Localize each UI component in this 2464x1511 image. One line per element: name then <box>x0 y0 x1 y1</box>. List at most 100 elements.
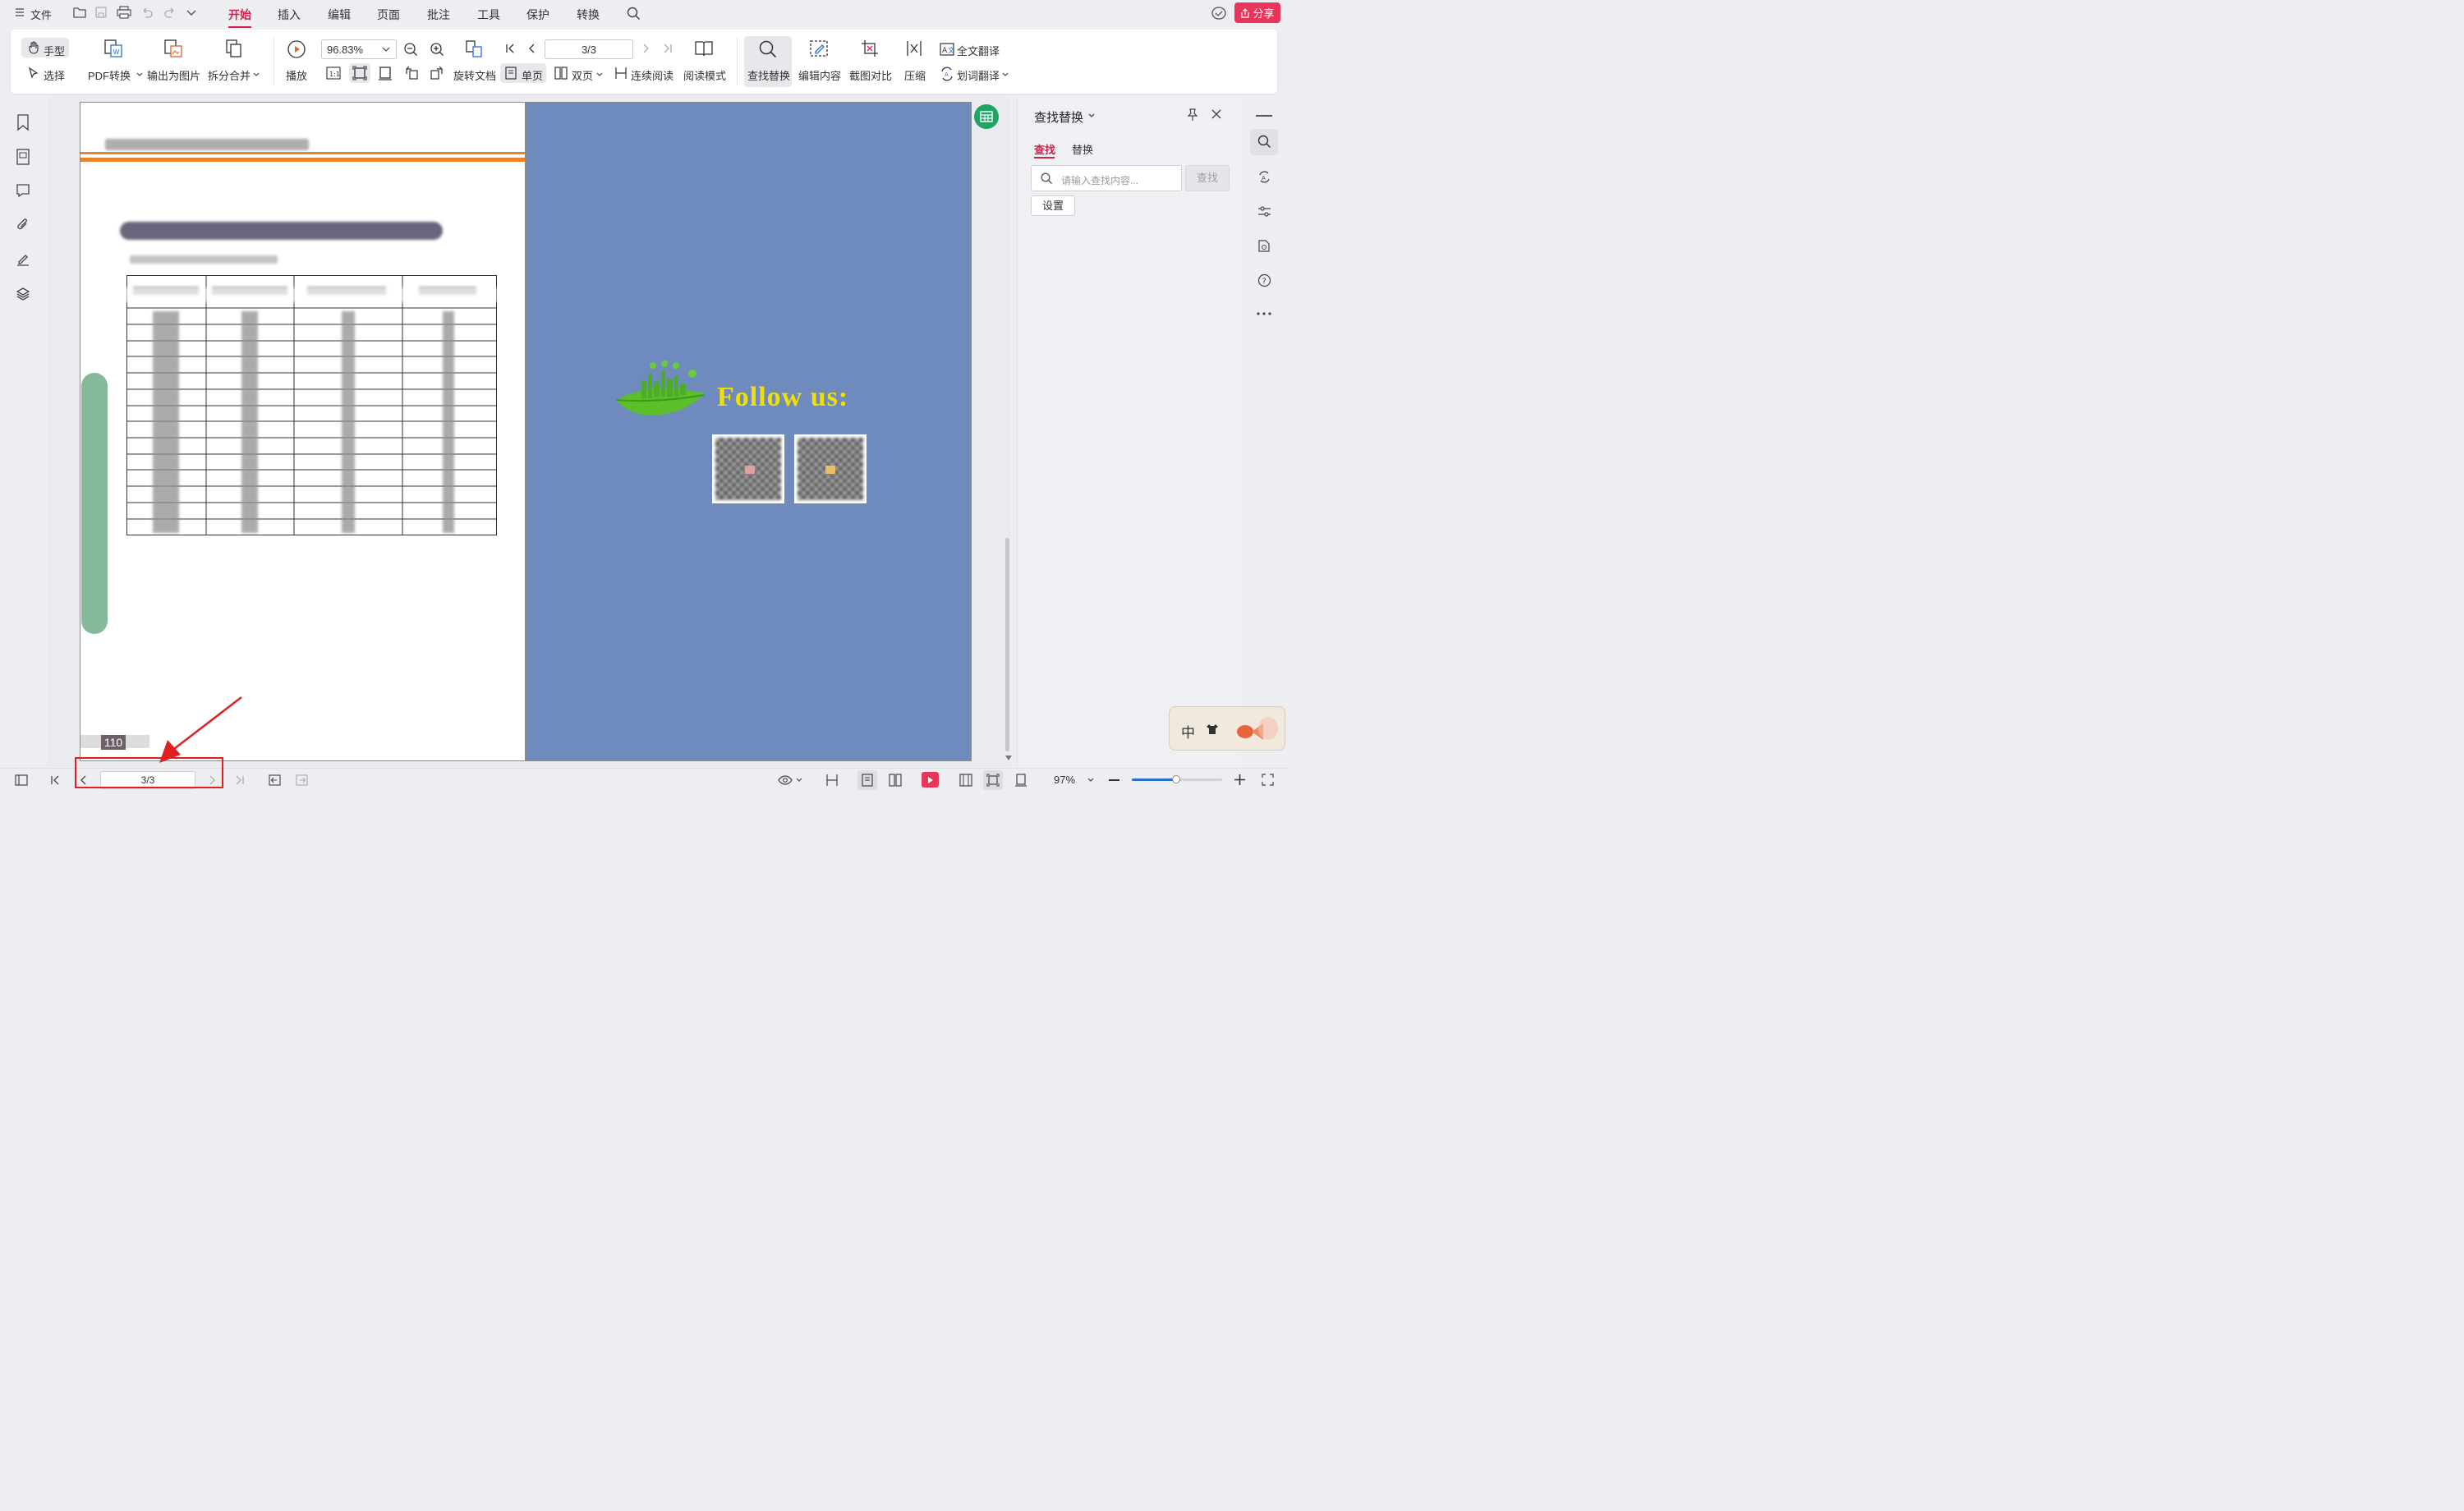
bookmark-icon[interactable] <box>16 114 30 131</box>
thumbnail-icon[interactable] <box>16 149 30 165</box>
fit-width-icon[interactable] <box>378 66 393 80</box>
tab-insert[interactable]: 插入 <box>278 7 301 23</box>
blurred-section-banner <box>120 222 443 240</box>
next-page-icon[interactable] <box>640 43 651 54</box>
find-button[interactable]: 查找 <box>1185 165 1230 191</box>
search-placeholder: 请输入查找内容... <box>1061 175 1139 186</box>
chevron-down-icon[interactable] <box>186 8 196 16</box>
signature-icon[interactable] <box>16 252 30 267</box>
eye-icon[interactable] <box>778 774 793 786</box>
layers-icon[interactable] <box>16 287 30 301</box>
minimize-icon[interactable] <box>1256 115 1272 117</box>
tab-convert[interactable]: 转换 <box>577 7 600 23</box>
single-page-icon <box>505 67 517 80</box>
compress-button[interactable]: 压缩 <box>904 67 926 83</box>
menu-icon[interactable] <box>15 7 25 17</box>
search-icon[interactable] <box>627 7 641 21</box>
status-zoom-value[interactable]: 97% <box>1054 774 1075 786</box>
pin-icon[interactable] <box>1187 108 1198 122</box>
screenshot-compare-button[interactable]: 截图对比 <box>849 67 892 83</box>
pdf-convert-button[interactable]: PDF转换 <box>88 67 131 83</box>
page-frame-icon[interactable] <box>1014 774 1027 787</box>
zoom-in-icon[interactable] <box>430 42 444 57</box>
read-mode-button[interactable]: 阅读模式 <box>683 67 726 83</box>
tab-start[interactable]: 开始 <box>228 7 251 28</box>
zoom-slider-track[interactable] <box>1132 775 1222 783</box>
select-tool-button[interactable]: 选择 <box>44 67 65 83</box>
hand-tool-label: 手型 <box>44 45 66 57</box>
attachment-icon[interactable] <box>16 218 30 232</box>
word-translate-button[interactable]: 划词翻译 <box>957 67 1000 83</box>
zoom-out-icon[interactable] <box>1109 779 1119 781</box>
rotate-right-icon[interactable] <box>430 66 444 80</box>
share-button[interactable]: 分享 <box>1234 2 1280 23</box>
play-slideshow-button[interactable] <box>922 772 939 788</box>
chevron-down-icon <box>1002 72 1009 77</box>
chevron-down-icon[interactable] <box>1088 113 1095 118</box>
right-toolbar: A ? <box>1242 97 1288 766</box>
rotate-left-icon[interactable] <box>404 66 419 80</box>
actual-size-icon[interactable]: 1:1 <box>326 66 341 80</box>
vertical-scrollbar-thumb[interactable] <box>1005 538 1009 751</box>
play-button[interactable]: 播放 <box>286 67 307 83</box>
prev-page-icon[interactable] <box>526 43 538 54</box>
back-view-icon[interactable] <box>269 774 281 786</box>
comment-icon[interactable] <box>16 183 30 198</box>
blurred-caption <box>130 255 278 264</box>
last-page-icon[interactable] <box>235 774 245 786</box>
fullscreen-icon[interactable] <box>1262 774 1274 786</box>
tab-annotate[interactable]: 批注 <box>427 7 450 23</box>
settings-button[interactable]: 设置 <box>1031 195 1075 216</box>
close-icon[interactable] <box>1211 109 1221 119</box>
tab-replace[interactable]: 替换 <box>1072 141 1093 157</box>
tab-edit[interactable]: 编辑 <box>328 7 351 23</box>
zoom-in-icon[interactable] <box>1234 774 1245 785</box>
double-page-button[interactable]: 双页 <box>572 67 593 83</box>
decorative-green-bar <box>81 373 108 634</box>
help-icon[interactable]: ? <box>1257 273 1271 287</box>
edit-content-button[interactable]: 编辑内容 <box>798 67 841 83</box>
ribbon-divider <box>737 38 738 85</box>
continuous-read-button[interactable]: 连续阅读 <box>631 67 673 83</box>
fit-width-icon[interactable] <box>959 774 972 787</box>
chevron-down-icon[interactable] <box>796 778 802 783</box>
export-image-button[interactable]: 输出为图片 <box>147 67 200 83</box>
continuous-view-icon[interactable] <box>825 774 839 787</box>
last-page-icon[interactable] <box>662 43 673 54</box>
redo-icon[interactable] <box>163 6 177 19</box>
zoom-slider-thumb[interactable] <box>1172 775 1180 783</box>
scroll-down-icon[interactable] <box>1005 756 1012 760</box>
toggle-sidebar-icon[interactable] <box>15 774 28 786</box>
tab-tools[interactable]: 工具 <box>477 7 500 23</box>
cloud-sync-icon[interactable] <box>1211 6 1227 21</box>
open-folder-icon[interactable] <box>72 6 87 19</box>
zoom-select[interactable]: 96.83% <box>321 39 397 59</box>
page-number-input[interactable]: 3/3 <box>545 39 633 59</box>
table-icon <box>980 111 993 122</box>
forward-view-icon[interactable] <box>296 774 308 786</box>
first-page-icon[interactable] <box>50 774 60 786</box>
document-search-icon[interactable] <box>1257 239 1271 253</box>
settings-sliders-icon[interactable] <box>1257 204 1271 218</box>
translate-icon[interactable]: A <box>1257 170 1271 184</box>
annotation-arrow <box>159 696 242 763</box>
zoom-out-icon[interactable] <box>403 42 418 57</box>
tab-page[interactable]: 页面 <box>377 7 400 23</box>
orange-rule <box>80 152 525 154</box>
print-icon[interactable] <box>117 6 131 19</box>
full-translate-button[interactable]: 全文翻译 <box>957 43 1000 58</box>
file-menu[interactable]: 文件 <box>30 7 52 22</box>
split-merge-button[interactable]: 拆分合并 <box>208 67 251 83</box>
ime-toolbar[interactable]: 中 <box>1169 706 1285 751</box>
rotate-document-button[interactable]: 旋转文档 <box>453 67 496 83</box>
undo-icon[interactable] <box>140 6 154 19</box>
tab-find[interactable]: 查找 <box>1034 141 1055 157</box>
double-page-icon[interactable] <box>889 774 902 787</box>
more-icon[interactable] <box>1257 312 1271 315</box>
tab-protect[interactable]: 保护 <box>526 7 549 23</box>
chevron-down-icon[interactable] <box>1087 778 1094 783</box>
first-page-icon[interactable] <box>504 43 516 54</box>
table-extract-button[interactable] <box>974 104 999 129</box>
search-input[interactable]: 请输入查找内容... <box>1031 165 1182 191</box>
save-icon[interactable] <box>94 6 108 19</box>
